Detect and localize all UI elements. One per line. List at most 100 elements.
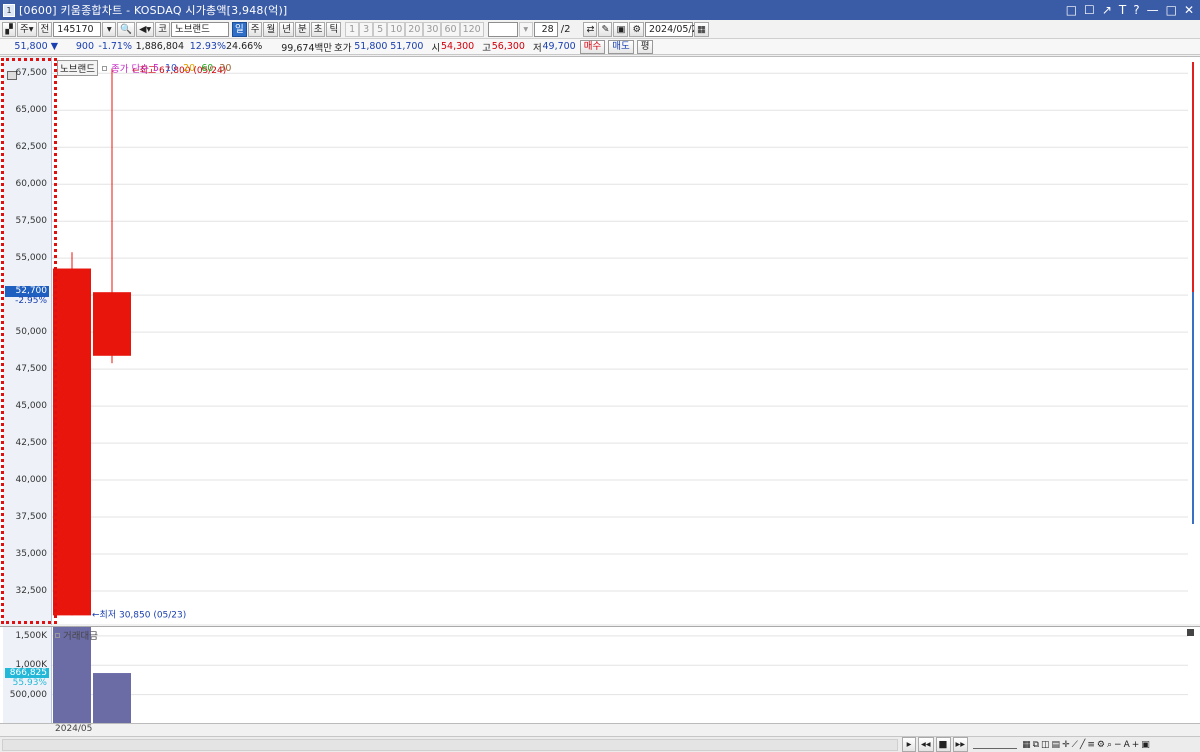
font-icon[interactable]: T [1119,2,1126,18]
layout-icon[interactable]: ▞ [2,21,16,37]
price-tick-label: 45,000 [15,401,48,412]
low-label: 저 [532,42,542,54]
window-title: [0600] 키움종합차트 - KOSDAQ 시가총액[3,948(억)] [19,4,288,17]
calendar-icon[interactable]: ▦ [693,21,709,37]
gear-icon[interactable]: ⚙ [1097,740,1105,750]
horizontal-scrollbar[interactable] [2,738,898,751]
period-button[interactable]: 초 [310,21,326,37]
buy-button[interactable]: 매수 [579,39,606,54]
interval-button[interactable]: 10 [387,21,406,37]
interval-button[interactable]: 20 [405,21,424,37]
app-icon: 1 [3,3,15,17]
draw-tool-icon[interactable]: ✎ [598,21,613,37]
price-axis: 67,50065,00062,50060,00057,50055,00052,5… [3,57,52,625]
period-buttons: 일주월년분초틱 [231,21,342,37]
count-suffix: /2 [560,23,571,35]
low-price: 49,700 [542,41,576,52]
blank-dropdown-icon[interactable]: ▾ [518,21,533,37]
settings-icon[interactable]: ⚙ [629,21,644,37]
stock-name-field[interactable]: 노브랜드 [170,21,229,37]
forward-icon[interactable]: ▸▸ [952,737,969,752]
volume-title: 거래대금 [63,631,98,642]
maximize-icon[interactable]: □ [1166,2,1177,18]
table-icon[interactable]: ▤ [1052,740,1061,750]
candle-body[interactable] [53,268,91,616]
bottom-toolbar: ▸ ◂◂ ■ ▸▸ ▦ ⧉ ◫ ▤ ✛ ⟋ ╱ ≡ ⚙ ⌕ − A + ▣ [0,736,1200,752]
volume-tick-label: 500,000 [9,689,47,700]
ask-price: 51,700 [390,41,424,52]
date-axis: 2024/05 [0,723,1200,736]
interval-button[interactable]: 1 [345,21,360,37]
date-axis-label: 2024/05 [55,724,93,734]
interval-button[interactable]: 5 [373,21,388,37]
period-button[interactable]: 일 [231,21,247,37]
save-icon[interactable]: ▣ [613,21,629,37]
copy-icon[interactable]: ⧉ [1033,740,1039,750]
price-tick-label: 57,500 [15,216,48,227]
stock-code-input[interactable]: 145170 [53,21,102,37]
trend-icon[interactable]: ⟋ [1072,740,1078,750]
search-icon[interactable]: 🔍 [117,21,136,37]
volume-value: 1,886,804 [135,41,184,52]
price-tick-label: 55,000 [15,253,48,264]
grid-icon[interactable]: ▦ [1022,740,1031,750]
count-input[interactable]: 28 [533,21,558,37]
minimize-icon[interactable]: — [1147,2,1159,18]
scroll-right-icon[interactable]: ▸ [902,737,916,752]
period-button[interactable]: 틱 [326,21,342,37]
minus-icon[interactable]: − [1114,740,1122,750]
volume-legend-icon [55,632,60,638]
window-controls: □ ☐ ↗ T ? — □ ✕ [1066,2,1194,18]
legend-ma-period: 10 [165,62,178,74]
interval-button[interactable]: 3 [359,21,374,37]
interval-button[interactable]: 30 [423,21,442,37]
zoom-slider[interactable] [973,741,1018,749]
split-icon[interactable]: ◫ [1041,740,1050,750]
volume-current-marker: 866,825 [5,668,49,679]
link-chart-icon[interactable]: ⇄ [583,21,598,37]
restore-icon[interactable]: ☐ [1084,2,1095,18]
options-icon[interactable]: ▣ [1141,740,1150,750]
period-select[interactable]: 주▾ [17,21,37,37]
speaker-icon[interactable]: ◀▾ [136,21,155,37]
candlestick-chart[interactable]: ←최고 67,800 (05/24)←최저 30,850 (05/23) [52,57,1192,625]
period-label: 주 [20,23,29,35]
crosshair-icon[interactable]: ✛ [1062,740,1070,750]
period-button[interactable]: 분 [294,21,310,37]
period-button[interactable]: 월 [263,21,279,37]
volume-bar-chart[interactable] [52,627,1192,724]
text-icon[interactable]: A [1124,740,1130,750]
line-icon[interactable]: ╱ [1080,740,1085,750]
stop-icon[interactable]: ■ [935,737,951,752]
legend-stock-name[interactable]: 노브랜드 [57,60,98,76]
all-button[interactable]: 전 [37,21,53,37]
extra-button[interactable]: 평 [636,39,654,54]
interval-button[interactable]: 60 [441,21,460,37]
period-button[interactable]: 년 [279,21,294,37]
period-button[interactable]: 주 [247,21,263,37]
rewind-icon[interactable]: ◂◂ [918,737,934,752]
candle-body[interactable] [93,292,131,356]
price-change-pct: -1.71% [98,41,132,52]
price-tick-label: 62,500 [15,142,48,153]
code-dropdown-icon[interactable]: ▾ [102,21,117,37]
ratio-one: 12.93% [189,41,226,52]
date-input[interactable]: 2024/05/24 [644,21,704,37]
sell-button[interactable]: 매도 [608,39,634,54]
low-annotation: ←최저 30,850 (05/23) [92,609,186,620]
volume-legend: 거래대금 [55,628,98,642]
blank-field[interactable] [487,21,518,37]
price-chart-panel: 67,50065,00062,50060,00057,50055,00052,5… [0,56,1200,625]
panel-close-icon[interactable] [1187,629,1194,636]
interval-button[interactable]: 120 [459,21,484,37]
close-icon[interactable]: ✕ [1184,2,1194,18]
link-icon[interactable]: □ [1066,2,1077,18]
help-icon[interactable]: ? [1133,2,1139,18]
plus-icon[interactable]: + [1132,740,1140,750]
zoom-icon[interactable]: ⌕ [1107,740,1112,750]
open-label: 시 [431,42,441,54]
pin-icon[interactable]: ↗ [1102,2,1112,18]
fib-icon[interactable]: ≡ [1087,740,1095,750]
high-price: 56,300 [491,41,525,52]
volume-bar[interactable] [93,673,131,724]
